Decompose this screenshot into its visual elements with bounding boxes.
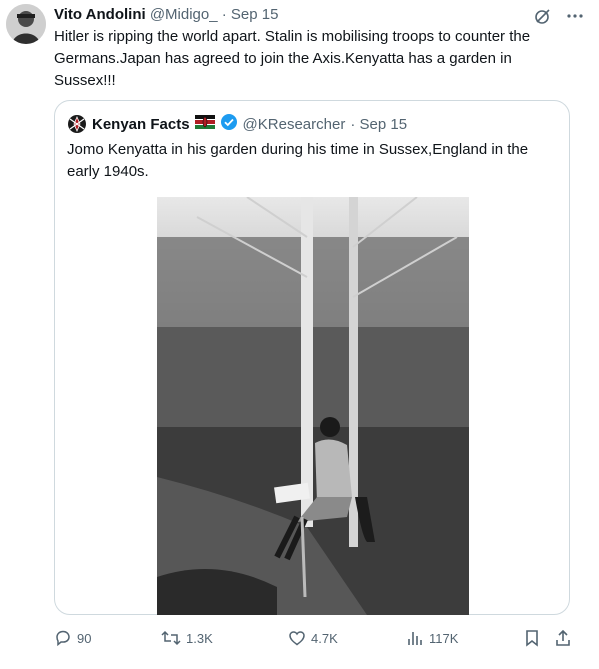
tweet-text: Hitler is ripping the world apart. Stali… <box>54 28 531 89</box>
like-icon <box>288 629 306 647</box>
like-button[interactable]: 4.7K <box>288 627 338 649</box>
quoted-text: Jomo Kenyatta in his garden during his t… <box>67 141 529 180</box>
tweet-date[interactable]: · Sep 15 <box>222 6 279 23</box>
quoted-name[interactable]: Kenyan Facts <box>92 116 190 133</box>
more-icon[interactable] <box>565 6 585 26</box>
reply-button[interactable]: 90 <box>54 627 91 649</box>
like-count: 4.7K <box>311 630 338 646</box>
quoted-photo[interactable] <box>157 197 469 615</box>
reply-icon <box>54 629 72 647</box>
quoted-handle[interactable]: @KResearcher <box>243 116 346 133</box>
quoted-header: Kenyan Facts @KResearcher · Sep 15 <box>67 113 407 135</box>
author-handle[interactable]: @Midigo_ <box>150 6 218 23</box>
grok-icon[interactable] <box>533 6 553 26</box>
views-count: 117K <box>429 630 459 646</box>
reply-count: 90 <box>77 630 92 646</box>
tweet-header: Vito Andolini @Midigo_ · Sep 15 <box>54 4 539 26</box>
views-icon <box>406 629 424 647</box>
tweet: Vito Andolini @Midigo_ · Sep 15 Hitler i… <box>0 0 599 669</box>
share-icon <box>554 629 572 647</box>
verified-badge-icon[interactable] <box>220 113 238 135</box>
quoted-date[interactable]: · Sep 15 <box>350 116 407 133</box>
retweet-count: 1.3K <box>186 630 213 646</box>
views-button[interactable]: 117K <box>406 627 458 649</box>
quoted-avatar[interactable] <box>67 114 87 134</box>
top-actions <box>533 6 585 26</box>
retweet-button[interactable]: 1.3K <box>161 627 213 649</box>
retweet-icon <box>161 629 181 647</box>
flag-kenya-icon <box>194 115 215 133</box>
bookmark-icon <box>524 629 540 647</box>
author-avatar[interactable] <box>6 4 46 44</box>
author-name[interactable]: Vito Andolini <box>54 6 146 23</box>
tweet-actions: 90 1.3K 4.7K 117K <box>54 627 579 649</box>
bookmark-button[interactable] <box>524 627 540 649</box>
quoted-tweet[interactable]: Kenyan Facts @KResearcher · Sep 15 Jomo … <box>54 100 570 615</box>
share-button[interactable] <box>554 627 572 649</box>
